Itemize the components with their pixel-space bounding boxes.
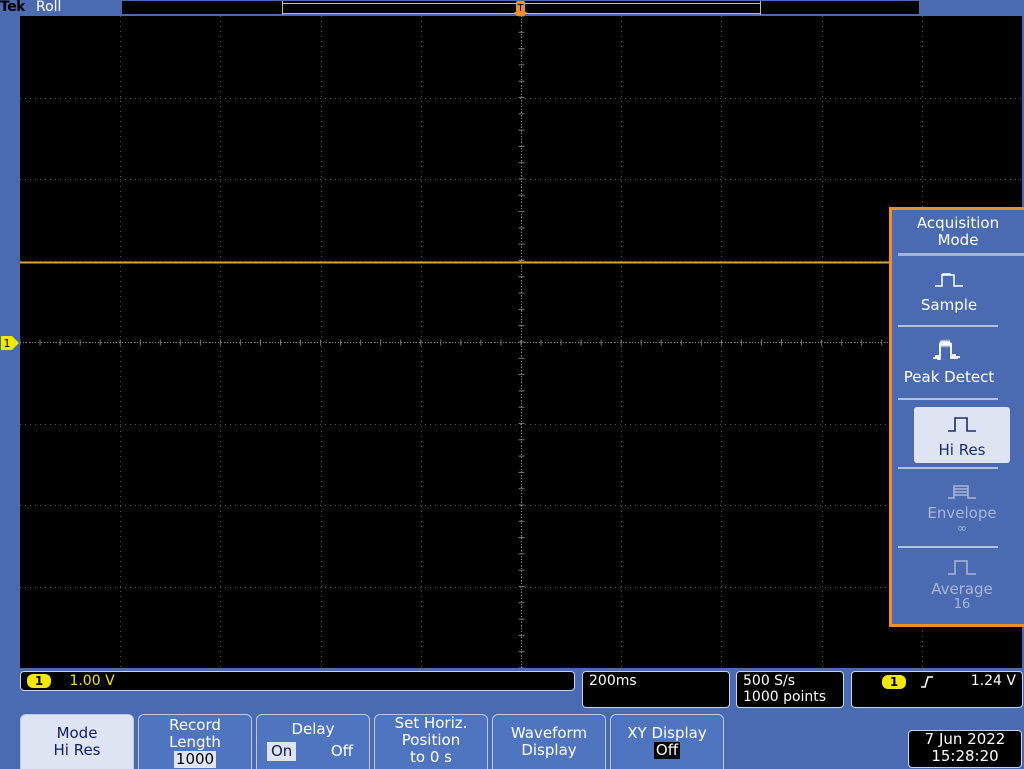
set-horiz-label3: to 0 s [410,748,452,766]
side-menu-average-label: Average [931,580,993,598]
delay-on-option: On [267,742,297,761]
record-length-value: 1000 [173,750,217,768]
side-menu-hi-res-label: Hi Res [938,441,986,459]
side-menu-envelope-label: Envelope [927,504,997,522]
side-menu-average-count: 16 [953,597,971,612]
channel1-scale: 1.00 V [69,673,115,689]
sample-rate: 500 S/s [743,673,796,689]
side-menu-envelope[interactable]: Envelope ∞ [914,474,1010,544]
set-horiz-label1: Set Horiz. [394,714,468,732]
channel1-badge: 1 [27,674,51,688]
top-status-bar: Tek Roll T [0,0,1024,21]
side-menu-peak-detect[interactable]: Peak Detect [901,332,997,396]
channel1-ground-marker[interactable]: 1 [0,335,20,351]
delay-button[interactable]: Delay On Off [256,714,370,769]
side-menu-peak-detect-label: Peak Detect [903,368,995,386]
mode-label: Mode [56,724,98,742]
delay-label: Delay [291,720,335,738]
record-points: 1000 points [743,689,827,705]
side-menu-hi-res[interactable]: Hi Res [914,407,1010,463]
sample-waveform-icon [935,273,963,287]
set-horiz-label2: Position [401,731,461,749]
side-menu-envelope-count: ∞ [957,521,967,535]
rising-edge-icon [921,676,933,688]
xy-display-value: Off [653,741,681,759]
waveform-graticule[interactable] [20,16,1022,668]
waveform-display-button[interactable]: Waveform Display [492,714,606,769]
side-menu-title-line2: Mode [937,231,979,249]
set-horiz-position-button[interactable]: Set Horiz. Position to 0 s [374,714,488,769]
date-time-display: 7 Jun 2022 15:28:20 [908,730,1022,768]
acquisition-readout: 500 S/s 1000 points [736,671,844,708]
side-menu-sample-label: Sample [920,296,978,314]
timebase-value: 200ms [589,673,637,689]
graticule-grid [20,16,1022,668]
channel1-marker-label: 1 [4,337,11,350]
peak-detect-waveform-icon [933,339,960,360]
date: 7 Jun 2022 [924,730,1006,748]
side-menu-average[interactable]: Average 16 [914,552,1010,622]
mode-value: Hi Res [53,741,101,759]
side-menu-title-line1: Acquisition [916,214,1000,232]
record-length-label1: Record [169,716,221,734]
envelope-waveform-icon [948,485,976,499]
average-waveform-icon [948,560,976,575]
channel1-readout[interactable]: 1 1.00 V [20,671,575,691]
side-menu-title: Acquisition Mode [892,215,1024,249]
waveform-display-label2: Display [521,741,577,759]
xy-display-button[interactable]: XY Display Off [610,714,724,769]
record-length-button[interactable]: Record Length 1000 [138,714,252,769]
delay-off-option: Off [330,742,353,760]
trigger-marker-label: T [516,3,524,14]
record-length-label2: Length [169,733,221,751]
side-menu-sample[interactable]: Sample [901,260,997,324]
trigger-source-badge: 1 [882,675,906,689]
xy-display-label: XY Display [627,724,707,742]
timebase-readout[interactable]: 200ms [582,671,730,708]
brand-logo: Tek [0,0,26,15]
acquisition-mode-side-menu: Acquisition Mode Sample Peak Detect Hi R… [889,207,1024,627]
waveform-display-label1: Waveform [510,724,588,742]
mode-button[interactable]: Mode Hi Res [20,714,134,769]
acquisition-state: Roll [36,0,62,15]
time: 15:28:20 [931,747,999,765]
trigger-readout[interactable]: 1 1.24 V [851,671,1023,708]
trigger-level: 1.24 V [970,673,1016,689]
hi-res-waveform-icon [948,417,976,432]
